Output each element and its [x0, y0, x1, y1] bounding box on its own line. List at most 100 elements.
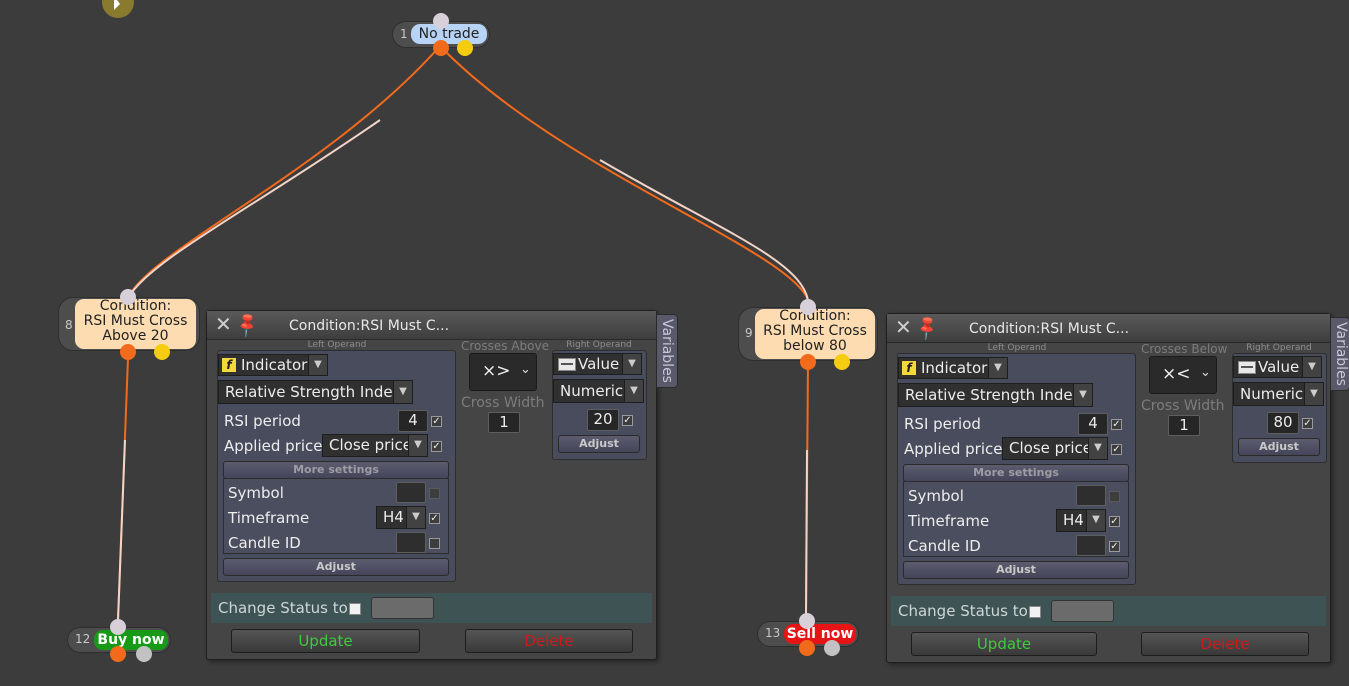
more-settings-button[interactable]: More settings — [903, 464, 1129, 482]
left-adjust-button[interactable]: Adjust — [223, 558, 449, 576]
rsi-period-checkbox[interactable]: ✓ — [1111, 419, 1122, 430]
node-input-port[interactable] — [110, 619, 126, 635]
condition-panel-2: ✕ 📌 Condition:RSI Must C... Left Operand… — [886, 313, 1349, 663]
operator-select[interactable]: ×> ⌄ — [469, 353, 537, 391]
update-button[interactable]: Update — [911, 632, 1097, 656]
right-subtype-select[interactable]: Numeric ▼ — [1233, 382, 1324, 406]
chevron-down-icon: ▼ — [308, 355, 327, 375]
variables-tab[interactable]: Variables — [1330, 317, 1349, 391]
panel-title-bar[interactable]: ✕ 📌 Condition:RSI Must C... — [207, 311, 656, 340]
indicator-select[interactable]: Relative Strength Index ▼ — [898, 383, 1093, 407]
node-output-port-true[interactable] — [799, 640, 815, 656]
change-status-select[interactable] — [1051, 600, 1114, 622]
node-output-port-false[interactable] — [457, 40, 473, 56]
candle-id-checkbox[interactable] — [429, 538, 440, 549]
right-value-input[interactable]: 20 — [587, 409, 619, 431]
variables-tab[interactable]: Variables — [656, 314, 678, 388]
rsi-period-input[interactable]: 4 — [1078, 413, 1108, 435]
candle-id-checkbox[interactable]: ✓ — [1109, 541, 1120, 552]
right-type-select[interactable]: Value ▼ — [1233, 356, 1322, 378]
candle-id-input[interactable] — [396, 532, 426, 553]
right-value-checkbox[interactable]: ✓ — [622, 415, 633, 426]
change-status-checkbox[interactable] — [1029, 606, 1041, 618]
timeframe-checkbox[interactable]: ✓ — [1109, 516, 1120, 527]
more-settings-button[interactable]: More settings — [223, 461, 449, 479]
node-output-port-false[interactable] — [154, 344, 170, 360]
cross-width-input[interactable]: 1 — [488, 412, 520, 433]
applied-price-select[interactable]: Close price ▼ — [1002, 437, 1108, 460]
right-value-input[interactable]: 80 — [1267, 412, 1299, 434]
node-output-port-true[interactable] — [433, 40, 449, 56]
operand-type-select[interactable]: f Indicator ▼ — [218, 354, 328, 376]
operand-type-select[interactable]: f Indicator ▼ — [898, 357, 1008, 379]
applied-price-value: Close price — [329, 436, 412, 454]
left-adjust-button[interactable]: Adjust — [903, 561, 1129, 579]
more-settings-group: Symbol Timeframe H4 ▼ ✓ Candle ID ✓ — [903, 481, 1129, 557]
chevron-down-icon: ▼ — [1302, 357, 1321, 377]
applied-price-checkbox[interactable]: ✓ — [1111, 444, 1122, 455]
link-root-to-cond1 — [127, 45, 441, 299]
node-input-port[interactable] — [120, 289, 136, 305]
indicator-value: Relative Strength Index — [225, 383, 402, 401]
node-output-port-false[interactable] — [824, 640, 840, 656]
update-button[interactable]: Update — [231, 629, 420, 653]
rsi-period-input[interactable]: 4 — [398, 410, 428, 432]
node-output-port-true[interactable] — [800, 354, 816, 370]
timeframe-select[interactable]: H4 ▼ — [1056, 509, 1106, 532]
right-subtype-select[interactable]: Numeric ▼ — [553, 379, 644, 403]
timeframe-select[interactable]: H4 ▼ — [376, 506, 426, 529]
symbol-checkbox[interactable] — [1109, 491, 1120, 502]
timeframe-label: Timeframe — [908, 512, 990, 530]
applied-price-select[interactable]: Close price ▼ — [322, 434, 428, 457]
delete-button[interactable]: Delete — [1141, 632, 1309, 656]
symbol-input[interactable] — [1076, 485, 1106, 506]
left-operand-group: f Indicator ▼ Relative Strength Index ▼ … — [897, 353, 1136, 585]
cross-width-label: Cross Width — [1141, 398, 1225, 414]
node-number: 13 — [765, 626, 781, 640]
timeframe-value: H4 — [383, 508, 404, 526]
timeframe-checkbox[interactable]: ✓ — [429, 513, 440, 524]
chevron-down-icon: ▼ — [408, 435, 427, 456]
right-adjust-button[interactable]: Adjust — [558, 435, 640, 453]
more-settings-group: Symbol Timeframe H4 ▼ ✓ Candle ID — [223, 478, 449, 554]
node-output-port-true[interactable] — [120, 344, 136, 360]
indicator-select[interactable]: Relative Strength Index ▼ — [218, 380, 413, 404]
change-status-label: Change Status to — [218, 599, 348, 617]
node-label-line1: Condition: — [779, 308, 851, 324]
node-input-port[interactable] — [800, 299, 816, 315]
right-type-select[interactable]: Value ▼ — [553, 353, 642, 375]
applied-price-checkbox[interactable]: ✓ — [431, 441, 442, 452]
link-root-to-cond1-light — [127, 119, 381, 299]
change-status-label: Change Status to — [898, 602, 1028, 620]
rsi-period-checkbox[interactable]: ✓ — [431, 416, 442, 427]
operator-select[interactable]: ×< ⌄ — [1149, 356, 1217, 394]
node-condition-rsi-below-80[interactable]: 9 Condition: RSI Must Cross below 80 — [739, 308, 877, 360]
close-icon[interactable]: ✕ — [215, 314, 232, 334]
node-input-port[interactable] — [799, 613, 815, 629]
node-condition-rsi-above-20[interactable]: 8 Condition: RSI Must Cross Above 20 — [59, 298, 199, 350]
candle-id-input[interactable] — [1076, 535, 1106, 556]
node-input-port[interactable] — [433, 13, 449, 29]
symbol-input[interactable] — [396, 482, 426, 503]
cross-width-label: Cross Width — [461, 395, 545, 411]
node-output-port-false[interactable] — [136, 646, 152, 662]
node-output-port-true[interactable] — [110, 646, 126, 662]
panel-title-bar[interactable]: ✕ 📌 Condition:RSI Must C... — [887, 314, 1330, 343]
change-status-row: Change Status to — [211, 593, 652, 623]
change-status-select[interactable] — [371, 597, 434, 619]
function-icon: f — [222, 358, 236, 372]
symbol-checkbox[interactable] — [429, 488, 440, 499]
right-value-checkbox[interactable]: ✓ — [1302, 418, 1313, 429]
right-operand-group: Value ▼ Numeric ▼ 80 ✓ Adjust — [1232, 353, 1327, 463]
node-label-line3: below 80 — [783, 338, 847, 354]
node-output-port-false[interactable] — [834, 354, 850, 370]
pin-icon[interactable]: 📌 — [913, 314, 942, 343]
left-operand-caption: Left Operand — [987, 343, 1047, 353]
change-status-checkbox[interactable] — [349, 603, 361, 615]
close-icon[interactable]: ✕ — [895, 317, 912, 337]
pin-icon[interactable]: 📌 — [233, 311, 262, 340]
cross-width-input[interactable]: 1 — [1168, 415, 1200, 436]
delete-button[interactable]: Delete — [465, 629, 633, 653]
right-adjust-button[interactable]: Adjust — [1238, 438, 1320, 456]
chevron-down-icon: ▼ — [988, 358, 1007, 378]
